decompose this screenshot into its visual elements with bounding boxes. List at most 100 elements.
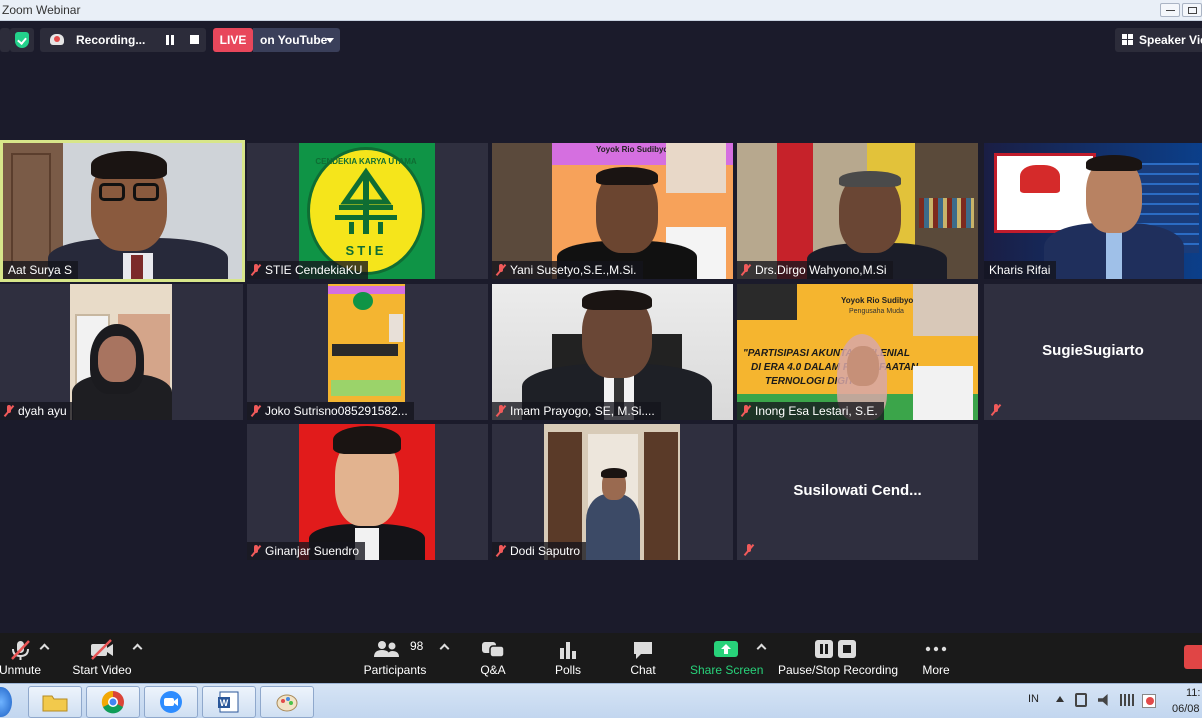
share-screen-icon [714, 641, 738, 657]
qa-button[interactable]: Q&A [470, 633, 516, 683]
muted-mic-icon [741, 405, 751, 417]
share-screen-button[interactable]: Share Screen [690, 633, 763, 683]
poster-speaker: Yoyok Rio Sudibyo [596, 145, 669, 154]
chat-icon [634, 642, 652, 659]
livestream-label: on YouTube [260, 33, 328, 47]
security-status[interactable] [10, 28, 34, 52]
livestream-dropdown[interactable]: on YouTube [253, 28, 340, 52]
poster-role: Pengusaha Muda [849, 308, 904, 315]
video-tile-dodi-saputro[interactable]: Dodi Saputro [492, 424, 733, 560]
taskbar-chrome[interactable] [86, 686, 140, 718]
start-video-button[interactable]: Start Video [70, 633, 134, 683]
participants-button[interactable]: 98 Participants [362, 633, 428, 683]
video-tile-yani-susetyo[interactable]: Yoyok Rio Sudibyo Yani Susetyo,S.E.,M.Si… [492, 143, 733, 279]
video-tile-imam-prayogo[interactable]: Imam Prayogo, SE, M.Si.... [492, 284, 733, 420]
polls-icon [560, 642, 576, 659]
pause-stop-recording-button[interactable]: Pause/Stop Recording [778, 633, 899, 683]
chevron-down-icon [326, 38, 334, 43]
word-icon: W [218, 691, 239, 713]
battery-icon[interactable] [1075, 693, 1087, 707]
more-label: More [922, 663, 950, 677]
start-video-label: Start Video [72, 663, 132, 677]
video-tile-kharis-rifai[interactable]: Kharis Rifai [984, 143, 1202, 279]
poster-speaker: Yoyok Rio Sudibyo [841, 296, 914, 305]
taskbar-word[interactable]: W [202, 686, 256, 718]
folder-icon [42, 695, 68, 712]
poster-headline-1: "PARTISIPASI AKUNTAN MILENIAL [743, 348, 910, 359]
polls-button[interactable]: Polls [545, 633, 591, 683]
start-button[interactable] [0, 687, 12, 717]
muted-mic-icon [496, 405, 506, 417]
recording-indicator: Recording... [40, 28, 206, 52]
video-tile-stie-cendekiaku[interactable]: CENDEKIA KARYA UTAMA STIE STIE CendekiaK… [247, 143, 488, 279]
participants-options-caret[interactable] [439, 643, 450, 654]
participant-name: Drs.Dirgo Wahyono,M.Si [737, 261, 893, 279]
clock-date[interactable]: 06/08 [1172, 703, 1200, 715]
maximize-button[interactable] [1182, 3, 1202, 17]
polls-label: Polls [554, 663, 581, 677]
meeting-area: Recording... LIVE on YouTube Speaker Vie… [0, 21, 1202, 633]
participant-count: 98 [410, 639, 424, 653]
speaker-view-label: Speaker View [1139, 33, 1202, 47]
maximize-icon [1188, 7, 1197, 14]
participants-label: Participants [363, 663, 427, 677]
pause-stop-icon [815, 640, 856, 658]
participant-display-name: Susilowati Cend... [793, 482, 922, 499]
language-indicator[interactable]: IN [1028, 693, 1039, 705]
participant-name: Ginanjar Suendro [247, 542, 366, 560]
video-options-caret[interactable] [132, 643, 143, 654]
participant-name: Aat Surya S [3, 261, 79, 279]
logo-arc-text: CENDEKIA KARYA UTAMA [315, 157, 417, 166]
participant-name: Yani Susetyo,S.E.,M.Si. [492, 261, 643, 279]
meeting-info-button[interactable] [0, 28, 10, 52]
video-tile-aat-surya[interactable]: Aat Surya S [0, 140, 245, 282]
recording-label: Recording... [76, 33, 146, 47]
more-button[interactable]: More [912, 633, 960, 683]
video-tile-inong-esa[interactable]: Yoyok Rio Sudibyo Pengusaha Muda "PARTIS… [737, 284, 978, 420]
end-meeting-button[interactable] [1184, 645, 1202, 669]
chrome-icon [101, 690, 124, 714]
network-icon[interactable] [1120, 694, 1134, 706]
tray-expand-icon[interactable] [1056, 696, 1064, 702]
stop-recording-button[interactable] [190, 35, 199, 44]
video-tile-sugie-sugiarto[interactable]: SugieSugiarto [984, 284, 1202, 420]
participant-name: STIE CendekiaKU [247, 261, 369, 279]
minimize-button[interactable] [1160, 3, 1180, 17]
volume-icon[interactable] [1098, 694, 1108, 706]
clock-time[interactable]: 11: [1186, 687, 1200, 699]
glasses-icon [99, 183, 125, 201]
video-tile-susilowati[interactable]: Susilowati Cend... [737, 424, 978, 560]
muted-mic-icon [991, 404, 1001, 416]
garuda-icon [1020, 165, 1060, 193]
shield-icon [15, 32, 29, 48]
participants-icon [374, 641, 399, 657]
more-icon [925, 646, 947, 652]
chat-button[interactable]: Chat [620, 633, 666, 683]
taskbar-explorer[interactable] [28, 686, 82, 718]
video-tile-ginanjar-suendro[interactable]: Ginanjar Suendro [247, 424, 488, 560]
muted-indicator [988, 402, 1004, 418]
unmute-label: Unmute [0, 663, 42, 677]
video-tile-dirgo-wahyono[interactable]: Drs.Dirgo Wahyono,M.Si [737, 143, 978, 279]
person-head [98, 336, 136, 382]
qa-label: Q&A [480, 663, 506, 677]
live-badge: LIVE [213, 28, 253, 52]
muted-mic-icon [741, 264, 751, 276]
video-tile-joko-sutrisno[interactable]: Joko Sutrisno085291582... [247, 284, 488, 420]
unmute-button[interactable]: Unmute [0, 633, 48, 683]
taskbar-zoom[interactable] [144, 686, 198, 718]
video-tile-dyah-ayu[interactable]: dyah ayu [0, 284, 243, 420]
muted-mic-icon [251, 545, 261, 557]
participant-display-name: SugieSugiarto [1042, 342, 1144, 359]
meeting-toolbar: Unmute Start Video 98 Participants Q&A P… [0, 633, 1202, 683]
pause-recording-button[interactable] [165, 35, 175, 45]
speaker-view-button[interactable]: Speaker View [1115, 28, 1202, 52]
participant-name: dyah ayu [0, 402, 73, 420]
muted-mic-icon [251, 405, 261, 417]
participant-name: Inong Esa Lestari, S.E. [737, 402, 884, 420]
paint-icon [276, 694, 298, 712]
taskbar-paint[interactable] [260, 686, 314, 718]
participant-name: Kharis Rifai [984, 261, 1057, 279]
window-title: Zoom Webinar [2, 3, 81, 17]
pause-stop-label: Pause/Stop Recording [778, 663, 899, 677]
